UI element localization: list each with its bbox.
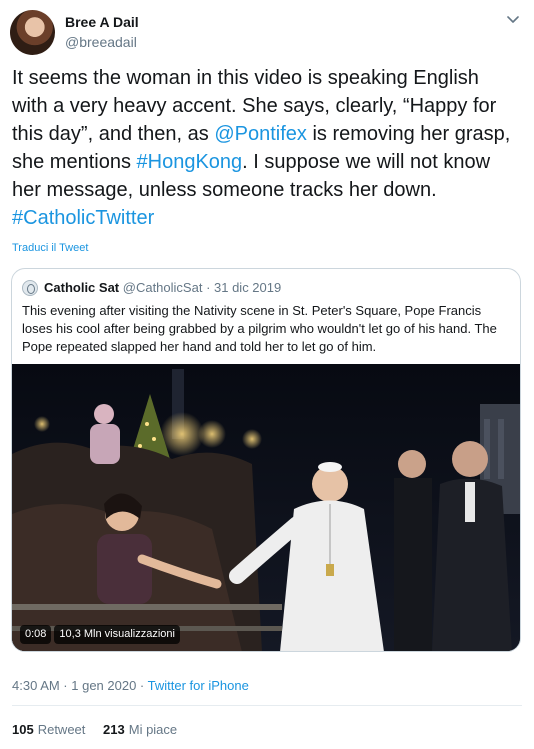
mention-link[interactable]: @Pontifex bbox=[214, 123, 307, 145]
quoted-tweet-text: This evening after visiting the Nativity… bbox=[22, 303, 497, 354]
video-duration: 0:08 bbox=[20, 625, 52, 644]
quoted-date: · 31 dic 2019 bbox=[206, 280, 282, 296]
tweet-header: Bree A Dail @breeadail bbox=[10, 8, 524, 55]
quoted-avatar bbox=[22, 279, 38, 296]
divider bbox=[12, 705, 522, 706]
likes-count: 213 bbox=[103, 722, 125, 737]
video-views: 10,3 Mln visualizzazioni bbox=[54, 625, 180, 644]
quoted-author-name: Catholic Sat bbox=[44, 280, 120, 296]
chevron-down-icon[interactable] bbox=[502, 8, 524, 30]
quoted-author-handle: @CatholicSat bbox=[122, 280, 203, 296]
tweet-timestamp: 4:30 AM · 1 gen 2020 · Twitter for iPhon… bbox=[12, 678, 249, 693]
translate-tweet-link[interactable]: Traduci il Tweet bbox=[12, 242, 88, 254]
tweet-text: It seems the woman in this video is spea… bbox=[12, 64, 517, 232]
author-handle[interactable]: @breeadail bbox=[65, 34, 137, 50]
tweet-stats: 105 Retweet 213 Mi piace bbox=[12, 722, 191, 737]
hashtag-link[interactable]: #CatholicTwitter bbox=[12, 207, 154, 229]
retweets-count: 105 bbox=[12, 722, 34, 737]
retweets-stat[interactable]: 105 Retweet bbox=[12, 722, 85, 737]
quoted-tweet-header: Catholic Sat @CatholicSat · 31 dic 2019 bbox=[22, 279, 281, 297]
video-player[interactable]: 0:08 10,3 Mln visualizzazioni bbox=[12, 364, 520, 651]
author-name[interactable]: Bree A Dail bbox=[65, 14, 139, 30]
likes-label: Mi piace bbox=[128, 722, 178, 737]
quoted-tweet[interactable]: Catholic Sat @CatholicSat · 31 dic 2019 … bbox=[11, 268, 521, 652]
likes-stat[interactable]: 213 Mi piace bbox=[103, 722, 177, 737]
video-badges: 0:08 10,3 Mln visualizzazioni bbox=[20, 625, 180, 644]
hashtag-link[interactable]: #HongKong bbox=[137, 151, 243, 173]
timestamp-text[interactable]: 4:30 AM · 1 gen 2020 · bbox=[12, 678, 148, 693]
retweets-label: Retweet bbox=[37, 722, 86, 737]
avatar[interactable] bbox=[10, 10, 55, 55]
video-frame bbox=[12, 364, 520, 651]
source-link[interactable]: Twitter for iPhone bbox=[148, 678, 249, 693]
